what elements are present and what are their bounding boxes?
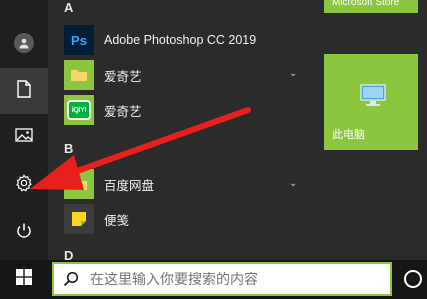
iqiyi-icon: iQIYI: [64, 95, 94, 125]
pictures-icon: [15, 127, 33, 147]
group-header-a[interactable]: A: [64, 0, 73, 15]
app-item-photoshop[interactable]: Ps Adobe Photoshop CC 2019: [60, 24, 308, 56]
user-account-button[interactable]: [0, 20, 48, 66]
taskbar-search-box[interactable]: [52, 262, 392, 296]
pictures-button[interactable]: [0, 114, 48, 160]
search-input[interactable]: [90, 271, 370, 287]
tile-this-pc[interactable]: 此电脑: [324, 54, 418, 150]
user-avatar-icon: [14, 33, 34, 53]
app-item-baidu-netdisk-folder[interactable]: 百度网盘: [60, 168, 308, 200]
power-button[interactable]: [0, 210, 48, 256]
computer-icon: [360, 84, 386, 113]
chevron-down-icon[interactable]: ⌄: [289, 178, 297, 189]
documents-button[interactable]: [0, 68, 48, 114]
start-menu-rail: [0, 0, 48, 260]
start-menu: A Ps Adobe Photoshop CC 2019 爱奇艺 ⌄ iQIYI…: [0, 0, 427, 263]
chevron-down-icon[interactable]: ⌄: [289, 68, 297, 79]
sticky-notes-icon: [64, 204, 94, 234]
cortana-icon[interactable]: [404, 270, 422, 288]
app-item-iqiyi[interactable]: iQIYI 爱奇艺: [60, 94, 308, 126]
tile-label: 此电脑: [332, 129, 365, 141]
app-label: 百度网盘: [104, 178, 155, 193]
app-label: 爱奇艺: [104, 69, 142, 84]
settings-button[interactable]: [0, 162, 48, 208]
tile-microsoft-store[interactable]: Microsoft Store: [324, 0, 418, 13]
folder-icon: [64, 60, 94, 90]
documents-icon: [16, 79, 32, 103]
folder-icon: [64, 169, 94, 199]
photoshop-icon: Ps: [64, 25, 94, 55]
app-label: 便笺: [104, 213, 130, 228]
windows-logo-icon: [16, 269, 32, 290]
app-label: 爱奇艺: [104, 104, 142, 119]
app-item-iqiyi-folder[interactable]: 爱奇艺: [60, 59, 308, 91]
group-header-b[interactable]: B: [64, 141, 73, 156]
search-icon: [60, 264, 82, 294]
tile-label: Microsoft Store: [332, 0, 400, 8]
start-button[interactable]: [0, 260, 48, 299]
settings-icon: [15, 173, 33, 197]
app-item-sticky-notes[interactable]: 便笺: [60, 203, 308, 235]
power-icon: [15, 222, 33, 245]
app-label: Adobe Photoshop CC 2019: [104, 33, 257, 47]
